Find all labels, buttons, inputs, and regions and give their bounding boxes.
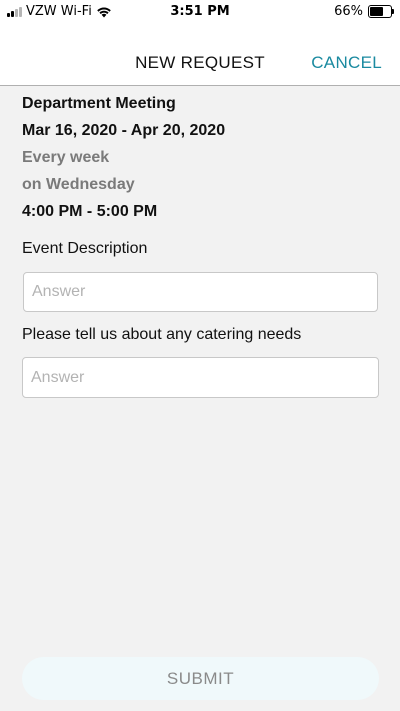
event-description-input[interactable] bbox=[23, 272, 378, 312]
cancel-button[interactable]: CANCEL bbox=[311, 53, 382, 73]
event-name: Department Meeting bbox=[22, 95, 176, 112]
event-day: on Wednesday bbox=[22, 176, 135, 193]
event-date-range: Mar 16, 2020 - Apr 20, 2020 bbox=[22, 122, 226, 139]
status-right: 66% bbox=[334, 4, 394, 19]
event-time-range: 4:00 PM - 5:00 PM bbox=[22, 203, 158, 220]
event-description-label: Event Description bbox=[22, 240, 148, 257]
battery-level-fill bbox=[370, 7, 383, 16]
status-bar: VZW Wi-Fi 3:51 PM 66% bbox=[0, 0, 400, 24]
catering-needs-label: Please tell us about any catering needs bbox=[22, 326, 302, 343]
event-summary: Department Meeting Mar 16, 2020 - Apr 20… bbox=[22, 88, 378, 225]
catering-needs-input[interactable] bbox=[22, 357, 379, 398]
submit-button[interactable]: SUBMIT bbox=[22, 657, 379, 700]
event-recurrence: Every week bbox=[22, 149, 110, 166]
battery-icon bbox=[368, 5, 394, 18]
battery-percent: 66% bbox=[334, 4, 363, 19]
nav-bar: NEW REQUEST CANCEL bbox=[0, 24, 400, 86]
